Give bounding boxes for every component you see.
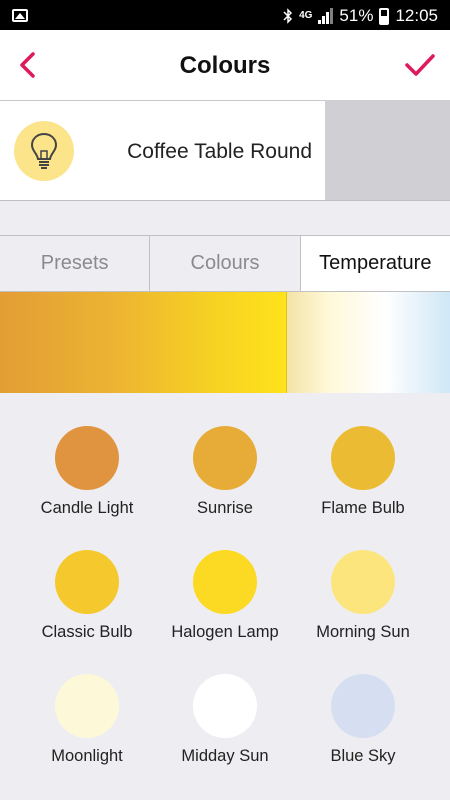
signal-icon bbox=[318, 8, 334, 24]
preset-candle-light[interactable]: Candle Light bbox=[12, 426, 162, 518]
status-bar: 4G 51% 12:05 bbox=[0, 0, 450, 30]
preset-label: Blue Sky bbox=[330, 747, 396, 765]
cool-gradient[interactable] bbox=[287, 292, 450, 393]
preset-moonlight[interactable]: Moonlight bbox=[12, 674, 162, 766]
tab-presets[interactable]: Presets bbox=[0, 236, 151, 291]
device-card[interactable]: Coffee Table Round bbox=[0, 100, 325, 200]
preset-swatch[interactable] bbox=[331, 674, 395, 738]
preset-swatch[interactable] bbox=[55, 550, 119, 614]
preset-swatch[interactable] bbox=[331, 550, 395, 614]
preset-label: Flame Bulb bbox=[321, 499, 405, 517]
divider bbox=[0, 200, 450, 201]
battery-percent: 51% bbox=[339, 6, 374, 25]
device-icon-circle bbox=[14, 121, 74, 181]
preset-classic-bulb[interactable]: Classic Bulb bbox=[12, 550, 162, 642]
preset-swatch[interactable] bbox=[55, 674, 119, 738]
temperature-presets-grid: Candle Light Sunrise Flame Bulb Classic … bbox=[0, 393, 450, 800]
battery-icon bbox=[379, 7, 390, 25]
temperature-gradient-picker[interactable] bbox=[0, 292, 450, 393]
tab-colours[interactable]: Colours bbox=[150, 236, 301, 291]
preset-label: Sunrise bbox=[197, 499, 253, 517]
checkmark-icon[interactable] bbox=[402, 47, 438, 83]
bluetooth-icon bbox=[283, 8, 293, 24]
device-name: Coffee Table Round bbox=[127, 140, 312, 163]
device-side-panel bbox=[325, 100, 450, 200]
preset-halogen-lamp[interactable]: Halogen Lamp bbox=[150, 550, 300, 642]
preset-label: Candle Light bbox=[40, 499, 134, 517]
preset-swatch[interactable] bbox=[193, 550, 257, 614]
preset-flame-bulb[interactable]: Flame Bulb bbox=[288, 426, 438, 518]
tab-temperature[interactable]: Temperature bbox=[300, 236, 450, 291]
preset-midday-sun[interactable]: Midday Sun bbox=[150, 674, 300, 766]
app-header: Colours bbox=[0, 30, 450, 100]
image-notification-icon bbox=[12, 9, 28, 22]
network-type: 4G bbox=[299, 10, 313, 21]
tab-bar: Presets Colours Temperature bbox=[0, 235, 450, 292]
clock: 12:05 bbox=[395, 6, 438, 25]
preset-blue-sky[interactable]: Blue Sky bbox=[288, 674, 438, 766]
preset-label: Midday Sun bbox=[181, 747, 269, 765]
warm-gradient[interactable] bbox=[0, 292, 287, 393]
preset-swatch[interactable] bbox=[193, 426, 257, 490]
preset-morning-sun[interactable]: Morning Sun bbox=[288, 550, 438, 642]
preset-label: Classic Bulb bbox=[41, 623, 133, 641]
page-title: Colours bbox=[179, 52, 271, 79]
preset-sunrise[interactable]: Sunrise bbox=[150, 426, 300, 518]
lightbulb-icon bbox=[30, 132, 58, 169]
preset-label: Halogen Lamp bbox=[171, 623, 279, 641]
preset-swatch[interactable] bbox=[193, 674, 257, 738]
preset-swatch[interactable] bbox=[331, 426, 395, 490]
divider bbox=[0, 100, 325, 101]
preset-label: Moonlight bbox=[51, 747, 123, 765]
preset-swatch[interactable] bbox=[55, 426, 119, 490]
preset-label: Morning Sun bbox=[316, 623, 410, 641]
